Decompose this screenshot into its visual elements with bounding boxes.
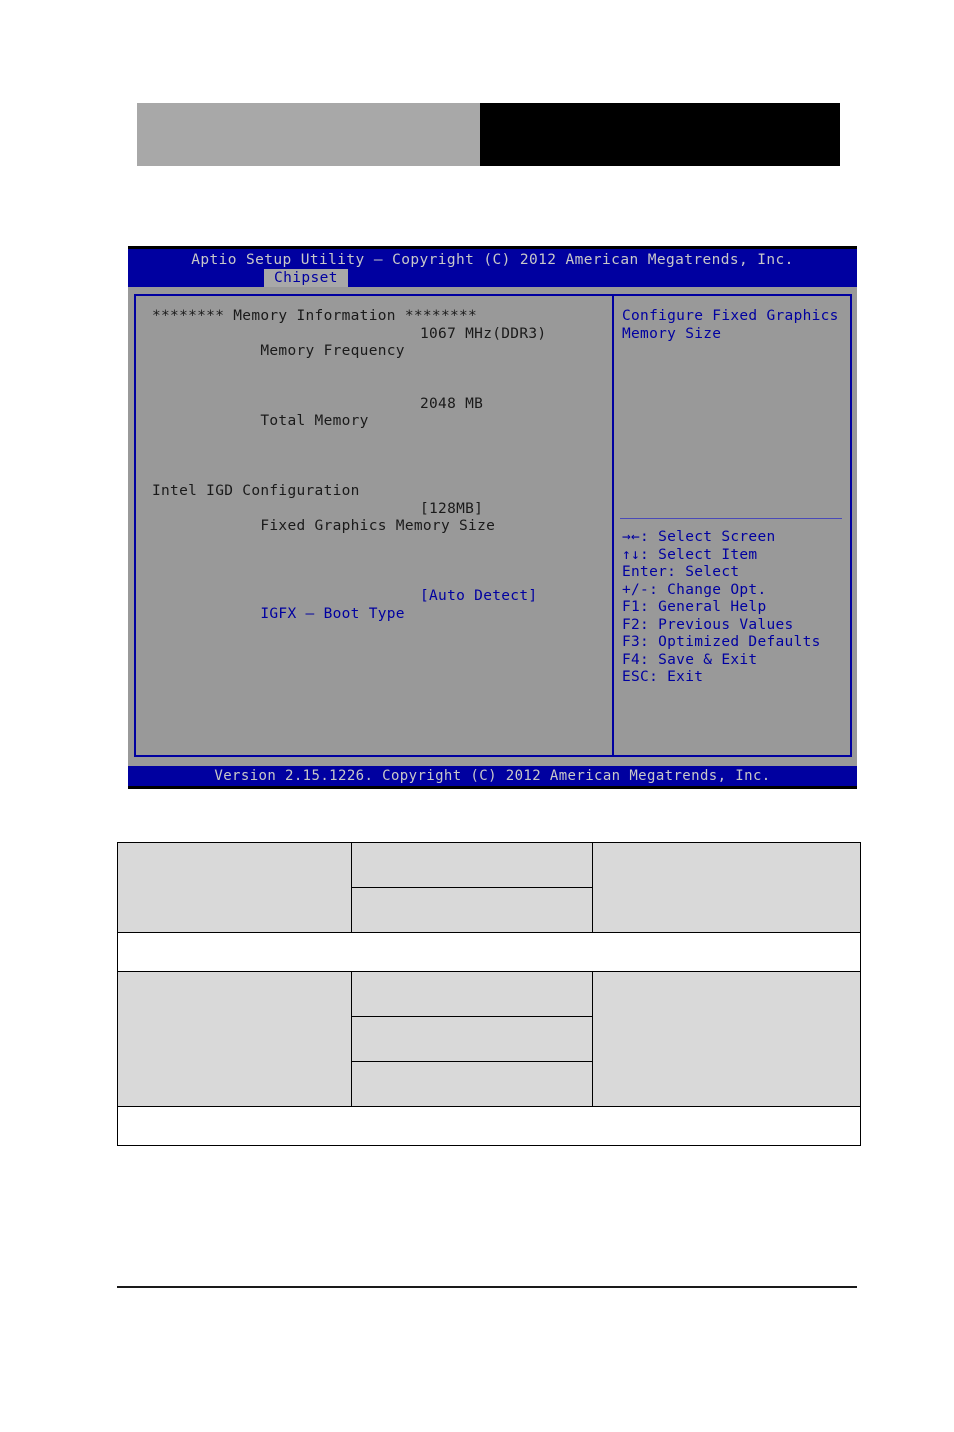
row-total-memory: Total Memory 2048 MB <box>152 396 612 466</box>
cell-description-2 <box>592 971 861 1107</box>
bios-setup-screenshot: Aptio Setup Utility – Copyright (C) 2012… <box>128 246 857 789</box>
memory-information-header: ******** Memory Information ******** <box>152 308 478 324</box>
key-change-opt: +/-: Change Opt. <box>622 581 767 598</box>
header-block-black <box>480 103 840 166</box>
cell-option-2-2 <box>351 1016 593 1062</box>
setting-fixed-graphics-memory-size-label: Fixed Graphics Memory Size <box>260 518 496 534</box>
cell-description-1 <box>592 842 861 933</box>
cell-option-1-2 <box>351 887 593 933</box>
help-text-line-2: Memory Size <box>622 325 722 342</box>
row-total-memory-value: 2048 MB <box>420 395 484 412</box>
key-select-screen: →←: Select Screen <box>622 529 776 545</box>
table-row <box>117 1106 861 1146</box>
key-select-item: ↑↓: Select Item <box>622 546 758 563</box>
row-total-memory-label: Total Memory <box>260 413 369 429</box>
table-row <box>117 971 861 1107</box>
cell-note-2 <box>117 1106 861 1146</box>
row-memory-frequency-value: 1067 MHz(DDR3) <box>420 325 547 342</box>
tab-chipset[interactable]: Chipset <box>264 269 348 288</box>
setting-igfx-boot-type-value[interactable]: [Auto Detect] <box>420 588 537 606</box>
cell-option-2-1 <box>351 971 593 1017</box>
row-memory-frequency: Memory Frequency 1067 MHz(DDR3) <box>152 326 612 396</box>
page-header-band <box>137 103 840 166</box>
table-row <box>117 842 861 933</box>
row-memory-frequency-label: Memory Frequency <box>260 343 405 359</box>
bios-key-legend: →←: Select Screen ↑↓: Select Item Enter:… <box>622 529 821 687</box>
bios-title-bar: Aptio Setup Utility – Copyright (C) 2012… <box>128 249 857 288</box>
help-text-line-1: Configure Fixed Graphics <box>622 308 839 324</box>
cell-feature-2 <box>117 971 352 1107</box>
cell-feature-1 <box>117 842 352 933</box>
table-row <box>117 932 861 972</box>
setting-igfx-boot-type-label: IGFX – Boot Type <box>260 605 405 622</box>
bios-right-pane: Configure Fixed Graphics Memory Size →←:… <box>614 296 850 755</box>
intel-igd-configuration-header: Intel IGD Configuration <box>152 483 360 499</box>
bios-body-frame: ******** Memory Information ******** Mem… <box>134 294 852 757</box>
key-enter-select: Enter: Select <box>622 564 740 580</box>
help-separator-rule <box>620 518 842 519</box>
bios-version-footer: Version 2.15.1226. Copyright (C) 2012 Am… <box>128 766 857 786</box>
cell-option-2-3 <box>351 1061 593 1107</box>
setting-igfx-boot-type[interactable]: IGFX – Boot Type [Auto Detect] <box>152 588 612 658</box>
header-block-gray <box>137 103 480 166</box>
setting-fixed-graphics-memory-size[interactable]: Fixed Graphics Memory Size [128MB] <box>152 501 612 571</box>
key-f2-previous-values: F2: Previous Values <box>622 616 794 633</box>
key-f4-save-and-exit: F4: Save & Exit <box>622 651 758 668</box>
spec-table <box>117 842 861 1146</box>
cell-note-1 <box>117 932 861 972</box>
key-esc-exit: ESC: Exit <box>622 669 704 685</box>
page-footer-rule <box>117 1286 857 1288</box>
setting-fixed-graphics-memory-size-value[interactable]: [128MB] <box>420 501 483 519</box>
bios-left-pane: ******** Memory Information ******** Mem… <box>136 296 612 755</box>
key-f1-general-help: F1: General Help <box>622 599 767 615</box>
bios-body: ******** Memory Information ******** Mem… <box>128 287 857 760</box>
bios-title-text: Aptio Setup Utility – Copyright (C) 2012… <box>191 252 794 268</box>
cell-option-1-1 <box>351 842 593 888</box>
key-f3-optimized-defaults: F3: Optimized Defaults <box>622 634 821 650</box>
bios-screen-inner: Aptio Setup Utility – Copyright (C) 2012… <box>128 249 857 786</box>
